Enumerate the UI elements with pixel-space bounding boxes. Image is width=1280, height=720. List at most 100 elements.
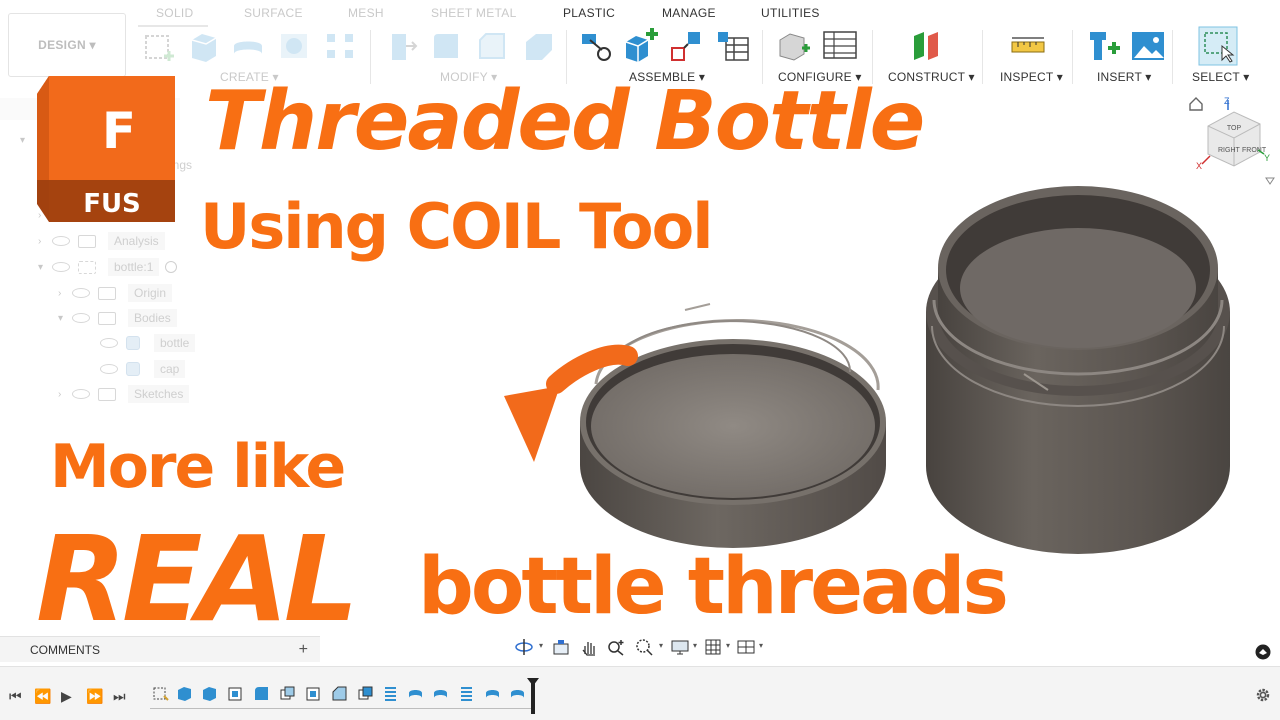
tab-sheet-metal[interactable]: SHEET METAL (431, 6, 517, 20)
play-icon[interactable]: ▶ (61, 688, 72, 705)
visibility-icon[interactable] (72, 389, 90, 399)
viewcube[interactable]: TOP RIGHT FRONT Z X Y (1184, 94, 1280, 190)
axis-z: Z (1224, 96, 1230, 106)
tree-label: bottle:1 (108, 258, 160, 276)
measure-icon[interactable] (1010, 28, 1046, 64)
video-subtitle: Using COIL Tool (200, 190, 713, 263)
visibility-icon[interactable] (52, 262, 70, 272)
timeline-shell-icon[interactable] (305, 685, 322, 702)
select-icon[interactable] (1198, 26, 1238, 66)
step-back-icon[interactable]: ⏪ (34, 688, 51, 705)
configure-box-icon[interactable] (776, 28, 812, 64)
workspace-switcher[interactable]: DESIGN ▾ (8, 13, 126, 77)
logo-text: FUS (83, 189, 141, 219)
activate-radio-icon[interactable] (165, 261, 178, 273)
chevron-down-icon[interactable]: ▾ (38, 262, 52, 273)
tree-label: bottle (154, 334, 196, 352)
tree-row-origin[interactable]: › Origin (58, 283, 173, 303)
pattern-icon[interactable] (322, 28, 358, 64)
tree-row-cap-body[interactable]: cap (86, 359, 186, 379)
configuration-table-icon[interactable] (822, 28, 858, 64)
visibility-icon[interactable] (72, 313, 90, 323)
tab-surface[interactable]: SURFACE (244, 6, 303, 20)
tree-row-root[interactable]: ▾ (20, 130, 34, 150)
timeline-combine-icon[interactable] (357, 685, 374, 702)
timeline-sketch-icon[interactable] (152, 685, 169, 702)
tree-row-bodies[interactable]: ▾ Bodies (58, 308, 177, 328)
joint-icon[interactable] (578, 28, 614, 64)
select-menu[interactable]: SELECT ▾ (1192, 70, 1249, 84)
tab-solid[interactable]: SOLID (156, 6, 194, 20)
gear-icon[interactable] (1254, 686, 1272, 704)
tree-row-sketches[interactable]: › Sketches (58, 384, 190, 404)
visibility-off-icon[interactable] (72, 288, 90, 298)
tree-row-bottle-body[interactable]: bottle (86, 333, 196, 353)
go-to-end-icon[interactable]: ⏭ (113, 688, 126, 705)
cap-model[interactable] (500, 280, 900, 560)
timeline-revolve-icon[interactable] (484, 685, 501, 702)
zoom-icon[interactable] (607, 638, 625, 656)
insert-image-icon[interactable] (1130, 28, 1166, 64)
viewports-icon[interactable] (737, 638, 755, 656)
bottle-model[interactable] (920, 178, 1240, 558)
chevron-down-icon[interactable]: ▾ (693, 641, 697, 650)
timeline-chamfer-icon[interactable] (331, 685, 348, 702)
timeline-coil-icon[interactable] (458, 685, 475, 702)
sphere-box-icon[interactable] (276, 28, 312, 64)
press-pull-icon[interactable] (384, 28, 420, 64)
timeline-combine-icon[interactable] (279, 685, 296, 702)
orbit-icon[interactable] (515, 638, 533, 656)
timeline-marker[interactable] (527, 678, 539, 714)
visibility-icon[interactable] (100, 338, 118, 348)
tab-manage[interactable]: MANAGE (662, 6, 716, 20)
timeline-revolve-icon[interactable] (432, 685, 449, 702)
fillet-icon[interactable] (428, 28, 464, 64)
go-to-start-icon[interactable]: ⏮ (9, 688, 22, 705)
display-settings-icon[interactable] (671, 638, 689, 656)
pan-hand-icon[interactable] (580, 638, 598, 656)
bill-of-materials-icon[interactable] (714, 28, 750, 64)
timeline-shell-icon[interactable] (227, 685, 244, 702)
chevron-down-icon[interactable]: ▾ (759, 641, 763, 650)
inspect-menu[interactable]: INSPECT ▾ (1000, 70, 1063, 84)
zoom-window-icon[interactable] (635, 638, 653, 656)
timeline-extrude-icon[interactable] (176, 685, 193, 702)
grid-icon[interactable] (705, 638, 723, 656)
look-at-icon[interactable] (552, 638, 570, 656)
tab-mesh[interactable]: MESH (348, 6, 384, 20)
as-built-joint-icon[interactable] (668, 28, 704, 64)
new-component-icon[interactable] (622, 28, 658, 64)
chevron-right-icon[interactable]: › (38, 236, 52, 247)
tree-row-bottle-component[interactable]: ▾ bottle:1 (38, 257, 178, 277)
comments-panel[interactable]: COMMENTS + (0, 636, 320, 662)
chevron-right-icon[interactable]: › (58, 389, 72, 400)
timeline-revolve-icon[interactable] (407, 685, 424, 702)
visibility-icon[interactable] (100, 364, 118, 374)
insert-menu[interactable]: INSERT ▾ (1097, 70, 1152, 84)
chevron-down-icon[interactable]: ▾ (726, 641, 730, 650)
step-forward-icon[interactable]: ⏩ (86, 688, 103, 705)
chamfer-icon[interactable] (474, 28, 510, 64)
timeline-fillet-icon[interactable] (253, 685, 270, 702)
add-comment-button[interactable]: + (299, 641, 308, 659)
extrude-box-icon[interactable] (186, 28, 222, 64)
tree-row-analysis[interactable]: › Analysis (38, 231, 165, 251)
offset-plane-icon[interactable] (908, 28, 944, 64)
insert-fastener-icon[interactable] (1086, 28, 1122, 64)
chevron-down-icon[interactable]: ▾ (58, 313, 72, 324)
chevron-down-icon[interactable]: ▾ (20, 135, 34, 146)
chevron-right-icon[interactable]: › (58, 288, 72, 299)
sketch-icon[interactable] (142, 28, 178, 64)
view-toggle-icon[interactable] (1255, 644, 1271, 660)
tab-utilities[interactable]: UTILITIES (761, 6, 820, 20)
chevron-down-icon[interactable]: ▾ (659, 641, 663, 650)
shell-icon[interactable] (520, 28, 556, 64)
revolve-icon[interactable] (230, 28, 266, 64)
timeline-revolve-icon[interactable] (509, 685, 526, 702)
tab-plastic[interactable]: PLASTIC (563, 6, 615, 20)
timeline-track (150, 708, 532, 709)
chevron-down-icon[interactable]: ▾ (539, 641, 543, 650)
timeline-coil-icon[interactable] (382, 685, 399, 702)
visibility-off-icon[interactable] (52, 236, 70, 246)
timeline-extrude-icon[interactable] (201, 685, 218, 702)
